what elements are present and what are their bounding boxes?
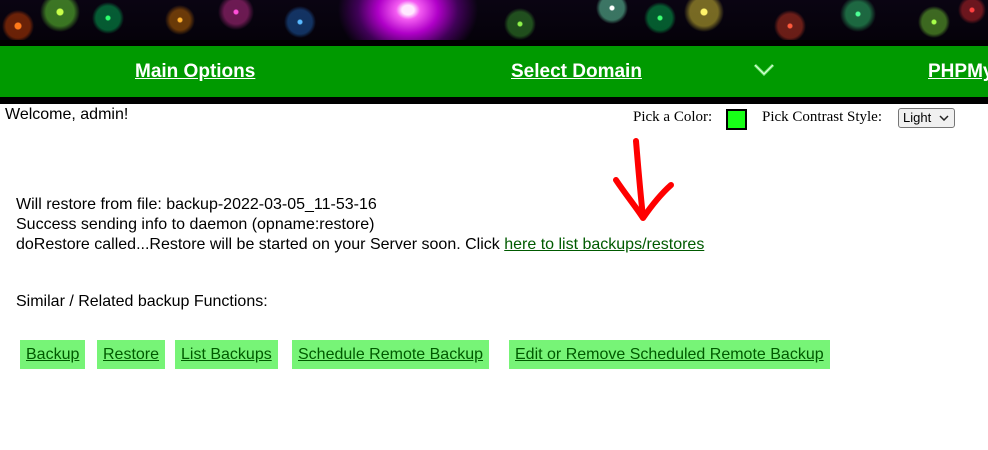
contrast-style-value: Light — [903, 110, 932, 125]
welcome-message: Welcome, admin! — [5, 106, 129, 123]
edit-remove-scheduled-backup-link[interactable]: Edit or Remove Scheduled Remote Backup — [515, 346, 824, 363]
related-functions-heading: Similar / Related backup Functions: — [16, 293, 268, 310]
list-backups-link[interactable]: List Backups — [181, 346, 272, 363]
list-backups-button[interactable]: List Backups — [175, 340, 278, 369]
nav-main-options[interactable]: Main Options — [135, 61, 255, 83]
restore-started-message: doRestore called...Restore will be start… — [16, 236, 704, 254]
schedule-remote-backup-button[interactable]: Schedule Remote Backup — [292, 340, 489, 369]
header-banner-image — [0, 0, 988, 40]
daemon-status-message: Success sending info to daemon (opname:r… — [16, 216, 375, 233]
annotation-arrow-icon — [613, 138, 674, 221]
contrast-style-select[interactable]: Light — [898, 108, 955, 128]
main-nav-bar: Main Options Select Domain PHPMy — [0, 46, 988, 97]
color-picker-swatch[interactable] — [726, 109, 747, 130]
backup-button[interactable]: Backup — [20, 340, 86, 369]
schedule-remote-backup-link[interactable]: Schedule Remote Backup — [298, 346, 483, 363]
restore-button[interactable]: Restore — [97, 340, 166, 369]
nav-select-domain[interactable]: Select Domain — [511, 61, 642, 83]
pick-color-label: Pick a Color: — [633, 109, 713, 125]
restore-link[interactable]: Restore — [103, 346, 159, 363]
edit-remove-scheduled-backup-button[interactable]: Edit or Remove Scheduled Remote Backup — [509, 340, 830, 369]
chevron-down-icon[interactable] — [752, 58, 776, 82]
nav-divider — [0, 97, 988, 104]
nav-phpmyadmin[interactable]: PHPMy — [928, 61, 988, 83]
chevron-down-icon — [939, 115, 949, 121]
restore-started-text: doRestore called...Restore will be start… — [16, 236, 505, 253]
list-backups-restores-link[interactable]: here to list backups/restores — [504, 236, 704, 253]
restore-file-message: Will restore from file: backup-2022-03-0… — [16, 196, 377, 213]
contrast-style-label: Pick Contrast Style: — [762, 109, 882, 125]
backup-link[interactable]: Backup — [26, 346, 79, 363]
